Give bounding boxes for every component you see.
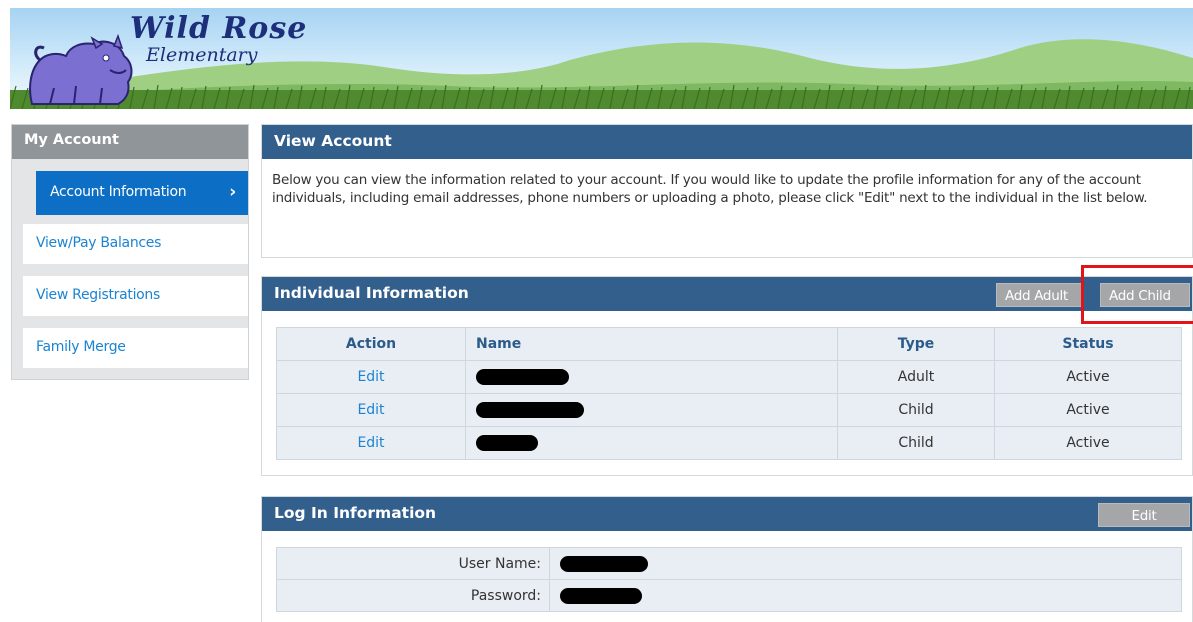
table-row: Password:: [276, 579, 1182, 612]
individual-information-header: Individual Information Add Adult Add Chi…: [262, 277, 1192, 311]
sidebar-item-view-registrations[interactable]: View Registrations: [23, 276, 248, 316]
redacted-name: [476, 402, 584, 418]
individuals-table: Action Name Type Status Edit Adult Activ…: [276, 327, 1182, 460]
sidebar-item-family-merge[interactable]: Family Merge: [23, 328, 248, 368]
view-account-title: View Account: [262, 125, 1192, 159]
column-header-type: Type: [837, 327, 995, 361]
individual-type: Adult: [837, 360, 995, 394]
sidebar-item-account-information[interactable]: Account Information ›: [36, 171, 248, 215]
individual-status: Active: [994, 426, 1182, 460]
redacted-name: [476, 435, 538, 451]
view-account-description: Below you can view the information relat…: [272, 172, 1148, 206]
edit-individual-link[interactable]: Edit: [357, 369, 384, 385]
edit-individual-link[interactable]: Edit: [357, 435, 384, 451]
sidebar-title: My Account: [12, 125, 248, 159]
individual-information-title: Individual Information: [274, 284, 469, 302]
redacted-name: [476, 369, 569, 385]
sidebar-item-view-pay-balances[interactable]: View/Pay Balances: [23, 224, 248, 264]
table-header-row: Action Name Type Status: [276, 327, 1182, 361]
table-row: Edit Adult Active: [276, 360, 1182, 394]
redacted-username: [560, 555, 648, 572]
sidebar-item-label: Account Information: [50, 184, 187, 200]
password-label: Password:: [276, 579, 550, 612]
my-account-sidebar: My Account Account Information › View/Pa…: [11, 124, 249, 380]
login-table: User Name: Password:: [276, 547, 1182, 612]
school-logo-text: Wild Rose Elementary: [130, 14, 307, 65]
edit-login-button[interactable]: Edit: [1098, 503, 1190, 527]
cougar-mascot-icon: [29, 33, 133, 105]
edit-individual-link[interactable]: Edit: [357, 402, 384, 418]
redacted-password: [560, 587, 642, 604]
table-row: User Name:: [276, 547, 1182, 580]
column-header-action: Action: [276, 327, 466, 361]
individual-information-panel: Individual Information Add Adult Add Chi…: [261, 276, 1193, 476]
view-account-panel: View Account Below you can view the info…: [261, 124, 1193, 258]
table-row: Edit Child Active: [276, 426, 1182, 460]
individual-status: Active: [994, 360, 1182, 394]
sidebar-item-label: Family Merge: [36, 339, 126, 355]
login-information-panel: Log In Information Edit User Name: Passw…: [261, 496, 1193, 622]
school-banner: Wild Rose Elementary: [10, 8, 1193, 109]
login-information-title: Log In Information: [274, 504, 437, 522]
column-header-status: Status: [994, 327, 1182, 361]
table-row: Edit Child Active: [276, 393, 1182, 427]
add-child-highlight-box: [1081, 265, 1193, 324]
login-information-header: Log In Information Edit: [262, 497, 1192, 531]
sidebar-item-label: View Registrations: [36, 287, 160, 303]
school-name-line2: Elementary: [146, 44, 258, 66]
column-header-name: Name: [465, 327, 838, 361]
sidebar-item-label: View/Pay Balances: [36, 235, 162, 251]
individual-status: Active: [994, 393, 1182, 427]
add-adult-button[interactable]: Add Adult: [996, 283, 1083, 307]
individual-type: Child: [837, 426, 995, 460]
individual-type: Child: [837, 393, 995, 427]
school-name-line1: Wild Rose: [130, 11, 308, 46]
chevron-right-icon: ›: [229, 182, 236, 202]
username-label: User Name:: [276, 547, 550, 580]
